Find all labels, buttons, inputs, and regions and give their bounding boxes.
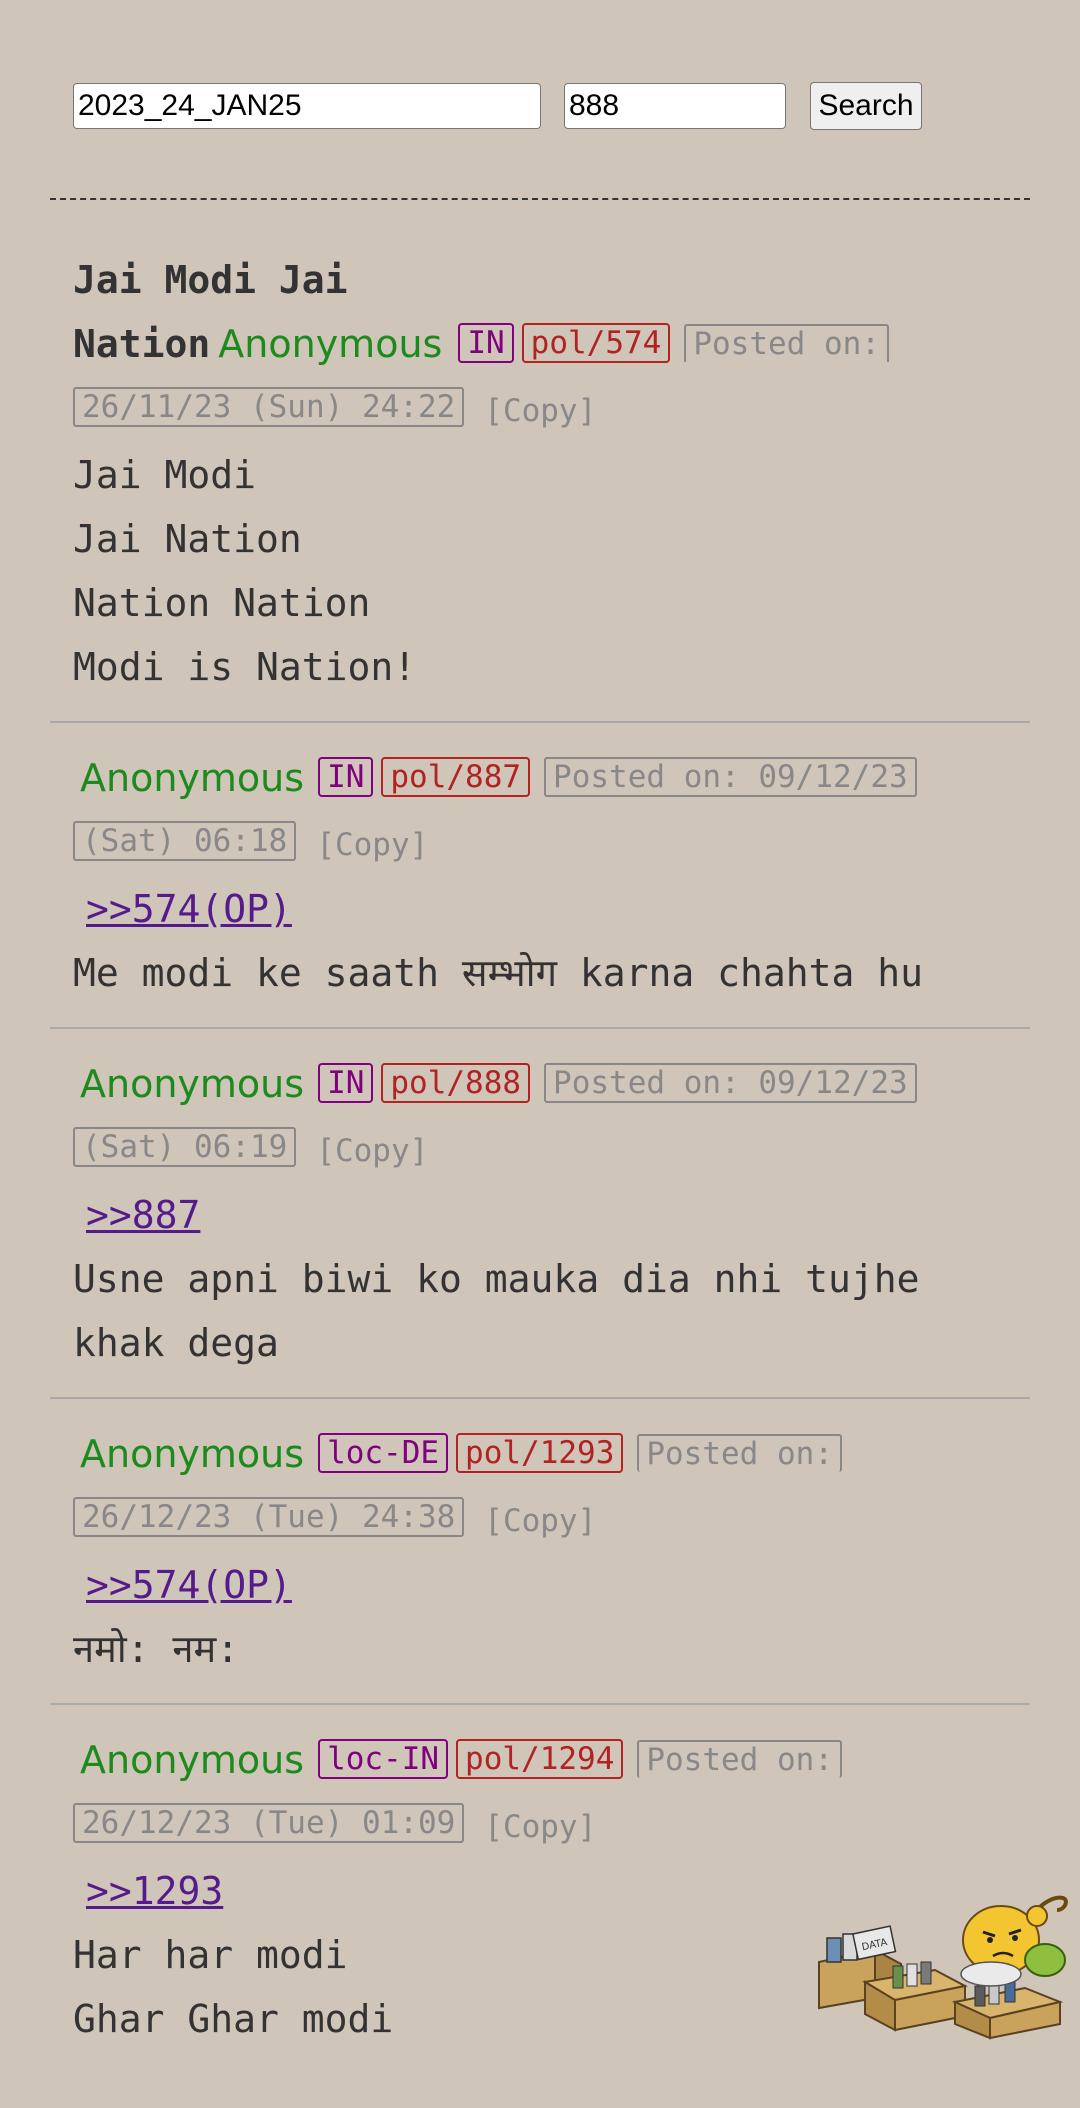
post-reply: Anonymous IN pol/888 Posted on: 09/12/23 (S… xyxy=(73,1052,1028,1375)
search-bar: Search xyxy=(73,82,922,130)
post-divider xyxy=(50,1027,1030,1029)
post-number-tag[interactable]: pol/574 xyxy=(521,322,671,363)
copy-link[interactable]: [Copy] xyxy=(484,393,596,429)
post-date: Posted on: xyxy=(637,1739,842,1778)
post-number-tag[interactable]: pol/1293 xyxy=(456,1432,624,1473)
post-divider xyxy=(50,1703,1030,1705)
post-reply: Anonymous loc-DE pol/1293 Posted on: 26/12/… xyxy=(73,1422,1028,1681)
poster-name: Anonymous xyxy=(80,1738,305,1782)
post-body-line: नमो: नम: xyxy=(73,1627,240,1671)
reply-link[interactable]: >>574(OP) xyxy=(86,887,292,931)
post-number-tag[interactable]: pol/887 xyxy=(381,756,531,797)
reply-link[interactable]: >>887 xyxy=(86,1193,200,1237)
thread-number-input[interactable] xyxy=(564,83,786,129)
post-body-line: Me modi ke saath सम्भोग karna chahta hu xyxy=(73,951,924,995)
search-button[interactable]: Search xyxy=(810,82,922,130)
poster-name: Anonymous xyxy=(80,756,305,800)
post-date: Posted on: 09/12/23 xyxy=(544,756,917,797)
post-date-cont: (Sat) 06:18 xyxy=(73,820,297,861)
copy-link[interactable]: [Copy] xyxy=(484,1809,596,1845)
country-tag: IN xyxy=(458,322,514,363)
reply-link[interactable]: >>574(OP) xyxy=(86,1563,292,1607)
post-date-cont: 26/12/23 (Tue) 01:09 xyxy=(73,1802,465,1843)
dashed-divider xyxy=(50,198,1030,200)
post-number-tag[interactable]: pol/888 xyxy=(381,1062,531,1103)
post-number-tag[interactable]: pol/1294 xyxy=(456,1738,624,1779)
mascot-with-data-boxes-icon: DATA xyxy=(818,1895,1068,2040)
post-reply: Anonymous IN pol/887 Posted on: 09/12/23 (S… xyxy=(73,746,1028,1005)
poster-name: Anonymous xyxy=(80,1432,305,1476)
copy-link[interactable]: [Copy] xyxy=(316,827,428,863)
reply-link[interactable]: >>1293 xyxy=(86,1869,223,1913)
post-date-cont: 26/12/23 (Tue) 24:38 xyxy=(73,1496,465,1537)
post-body-line: Jai Nation xyxy=(73,517,302,561)
post-date-cont: (Sat) 06:19 xyxy=(73,1126,297,1167)
country-tag: loc-DE xyxy=(318,1432,449,1473)
post-date: Posted on: xyxy=(637,1433,842,1472)
country-tag: loc-IN xyxy=(318,1738,449,1779)
post-body-line: Jai Modi xyxy=(73,453,257,497)
post-body-line: Modi is Nation! xyxy=(73,645,417,689)
post-body-line: Usne apni biwi ko mauka dia nhi tujhe xyxy=(73,1257,920,1301)
post-date: Posted on: 09/12/23 xyxy=(544,1062,917,1103)
post-body-line: Nation Nation xyxy=(73,581,371,625)
poster-name: Anonymous xyxy=(80,1062,305,1106)
poster-name: Anonymous xyxy=(218,322,443,366)
country-tag: IN xyxy=(318,756,374,797)
post-subject: Jai Modi Jai xyxy=(73,258,348,302)
post-op: Jai Modi Jai Nation Anonymous IN pol/574 Pos… xyxy=(73,248,1028,699)
copy-link[interactable]: [Copy] xyxy=(316,1133,428,1169)
country-tag: IN xyxy=(318,1062,374,1103)
post-divider xyxy=(50,721,1030,723)
post-date: Posted on: xyxy=(684,323,889,362)
archive-input[interactable] xyxy=(73,83,541,129)
copy-link[interactable]: [Copy] xyxy=(484,1503,596,1539)
post-divider xyxy=(50,1397,1030,1399)
post-subject-cont: Nation xyxy=(73,322,211,366)
post-body-line: khak dega xyxy=(73,1321,279,1365)
post-date-cont: 26/11/23 (Sun) 24:22 xyxy=(73,386,465,427)
